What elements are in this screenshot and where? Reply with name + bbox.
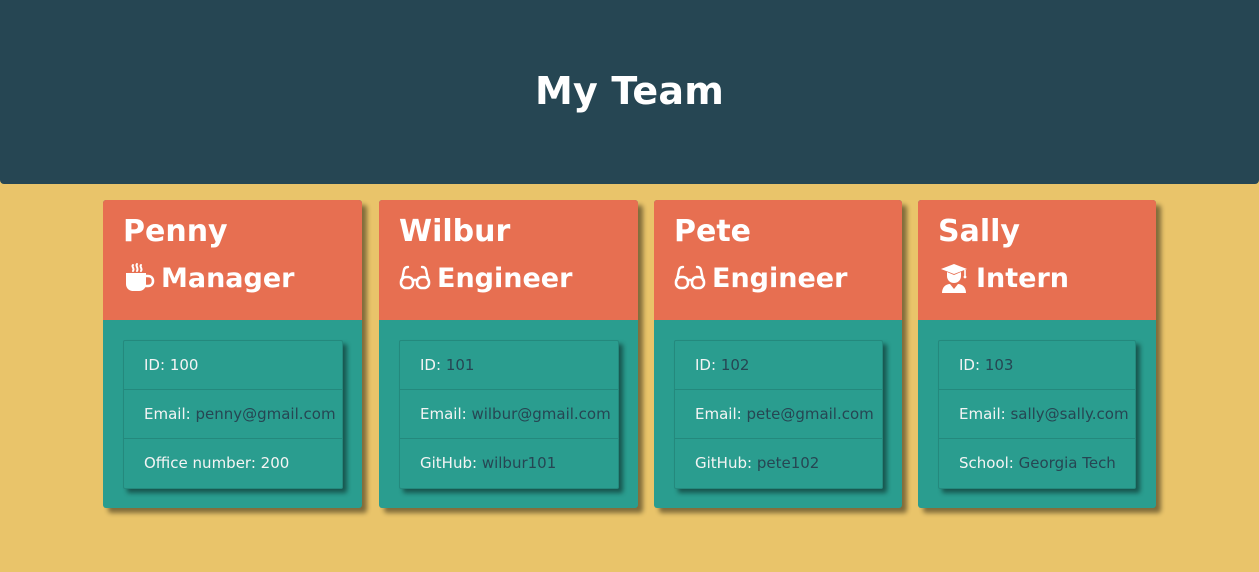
card-header: Wilbur Engineer: [379, 200, 638, 320]
employee-role: Intern: [938, 262, 1069, 294]
employee-details: ID: 103 Email: sally@sally.com School: G…: [938, 340, 1136, 489]
employee-card-wilbur: Wilbur Engineer ID: 101 Email: wilbur@gm…: [379, 200, 638, 508]
email-label: Email:: [144, 405, 191, 423]
coffee-icon: [123, 262, 155, 294]
card-header: Pete Engineer: [654, 200, 902, 320]
email-row: Email: wilbur@gmail.com: [400, 390, 618, 439]
employee-card-penny: Penny Manager ID: 100 Email: penny@gmail…: [103, 200, 362, 508]
page-header: My Team: [0, 0, 1259, 184]
card-header: Penny Manager: [103, 200, 362, 320]
employee-role: Engineer: [399, 262, 572, 294]
email-link[interactable]: wilbur@gmail.com: [471, 405, 610, 423]
github-label: GitHub:: [420, 454, 478, 472]
school-value: Georgia Tech: [1018, 454, 1116, 472]
role-label: Intern: [976, 262, 1070, 294]
id-label: ID:: [959, 356, 981, 374]
office-number-label: Office number:: [144, 454, 256, 472]
github-row: GitHub: wilbur101: [400, 439, 618, 487]
github-row: GitHub: pete102: [675, 439, 882, 487]
employee-details: ID: 102 Email: pete@gmail.com GitHub: pe…: [674, 340, 883, 489]
id-label: ID:: [695, 356, 717, 374]
employee-name: Wilbur: [399, 214, 511, 249]
role-label: Manager: [161, 262, 295, 294]
employee-details: ID: 100 Email: penny@gmail.com Office nu…: [123, 340, 343, 489]
school-row: School: Georgia Tech: [939, 439, 1135, 487]
email-row: Email: penny@gmail.com: [124, 390, 342, 439]
email-label: Email:: [420, 405, 467, 423]
id-value: 101: [445, 356, 475, 374]
glasses-icon: [399, 262, 431, 294]
role-label: Engineer: [437, 262, 573, 294]
id-row: ID: 103: [939, 341, 1135, 390]
employee-name: Sally: [938, 214, 1020, 249]
id-row: ID: 102: [675, 341, 882, 390]
email-link[interactable]: penny@gmail.com: [195, 405, 335, 423]
graduate-icon: [938, 262, 970, 294]
employee-role: Manager: [123, 262, 294, 294]
email-row: Email: pete@gmail.com: [675, 390, 882, 439]
role-label: Engineer: [712, 262, 848, 294]
email-row: Email: sally@sally.com: [939, 390, 1135, 439]
id-label: ID:: [420, 356, 442, 374]
glasses-icon: [674, 262, 706, 294]
employee-name: Penny: [123, 214, 228, 249]
id-value: 100: [169, 356, 199, 374]
github-label: GitHub:: [695, 454, 753, 472]
employee-details: ID: 101 Email: wilbur@gmail.com GitHub: …: [399, 340, 619, 489]
id-row: ID: 100: [124, 341, 342, 390]
id-value: 103: [984, 356, 1014, 374]
employee-name: Pete: [674, 214, 752, 249]
page-title: My Team: [534, 69, 725, 113]
employee-card-pete: Pete Engineer ID: 102 Email: pete@gmail.…: [654, 200, 902, 508]
employee-role: Engineer: [674, 262, 847, 294]
github-link[interactable]: wilbur101: [482, 454, 556, 472]
office-number-row: Office number: 200: [124, 439, 342, 487]
id-value: 102: [720, 356, 750, 374]
id-label: ID:: [144, 356, 166, 374]
employee-card-sally: Sally Intern ID: 103 Email: sally@sally.…: [918, 200, 1156, 508]
id-row: ID: 101: [400, 341, 618, 390]
email-link[interactable]: pete@gmail.com: [746, 405, 873, 423]
email-label: Email:: [959, 405, 1006, 423]
email-label: Email:: [695, 405, 742, 423]
github-link[interactable]: pete102: [757, 454, 820, 472]
office-number-value: 200: [260, 454, 290, 472]
card-header: Sally Intern: [918, 200, 1156, 320]
email-link[interactable]: sally@sally.com: [1010, 405, 1128, 423]
school-label: School:: [959, 454, 1014, 472]
